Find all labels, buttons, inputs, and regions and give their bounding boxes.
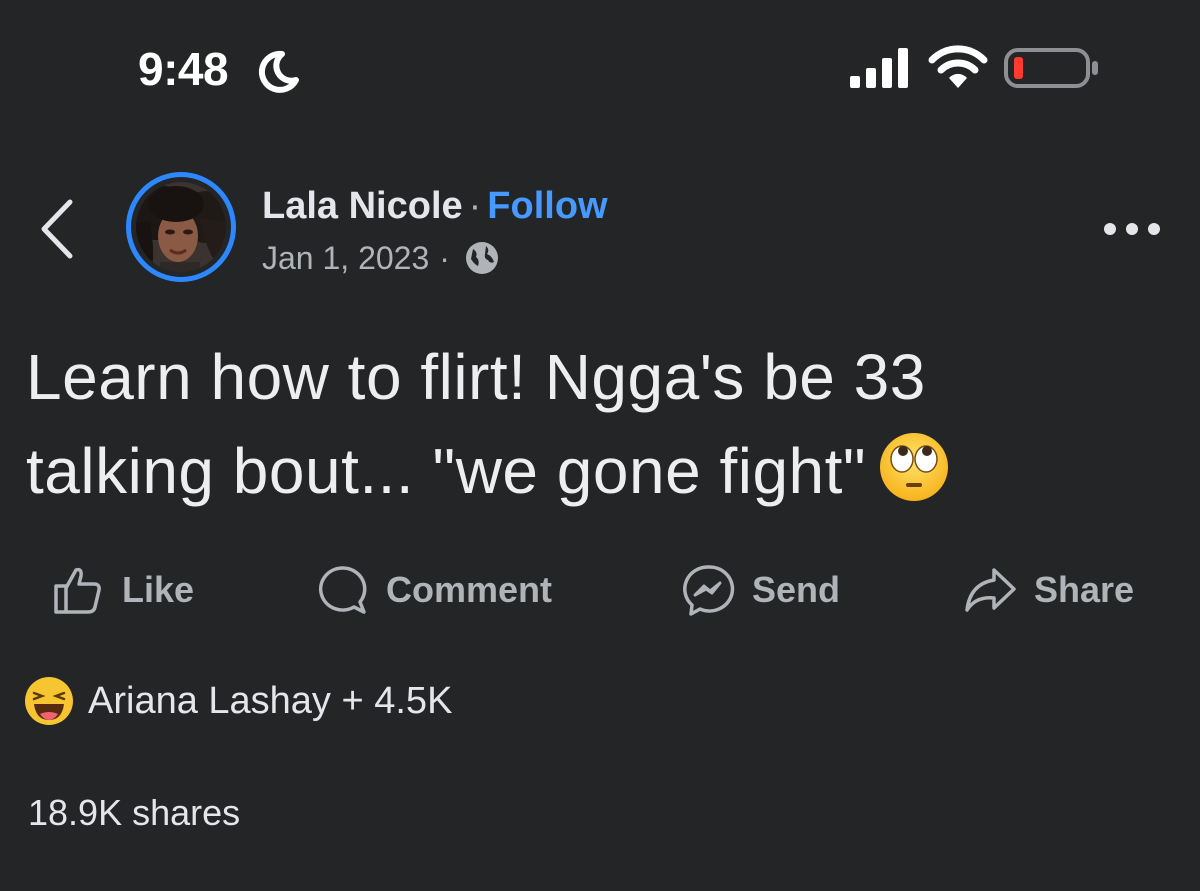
moon-icon [258, 50, 299, 93]
send-button[interactable]: Send [680, 560, 840, 620]
author-avatar[interactable] [126, 172, 236, 282]
globe-icon [465, 242, 498, 274]
post-date[interactable]: Jan 1, 2023 [262, 238, 429, 278]
post-text-line-1: Learn how to flirt! Ngga's be 33 [26, 341, 926, 413]
battery-low-icon [1004, 48, 1098, 88]
comment-button[interactable]: Comment [314, 560, 552, 620]
post-body: Learn how to flirt! Ngga's be 33 talking… [26, 330, 1186, 518]
share-label: Share [1034, 569, 1135, 610]
like-button[interactable]: Like [50, 560, 194, 620]
shares-count[interactable]: 18.9K shares [28, 792, 240, 834]
post-text-line-2-text: talking bout... "we gone fight" [26, 435, 867, 507]
share-arrow-icon [965, 568, 1016, 612]
eye-roll-emoji-icon [880, 433, 949, 501]
author-name[interactable]: Lala Nicole [262, 185, 463, 227]
separator-dot: · [468, 185, 482, 227]
reactions-summary[interactable]: Ariana Lashay + 4.5K [24, 676, 452, 726]
avatar-photo [136, 182, 226, 272]
status-time: 9:48 [138, 43, 229, 95]
post-text-line-2: talking bout... "we gone fight" [26, 424, 1186, 518]
haha-reaction-icon [25, 677, 73, 725]
wifi-icon [928, 45, 988, 88]
post-meta: Jan 1, 2023 · [262, 238, 500, 278]
follow-button[interactable]: Follow [487, 185, 607, 227]
reactions-label: Ariana Lashay + 4.5K [88, 679, 453, 722]
back-chevron-icon[interactable] [36, 196, 80, 262]
comment-bubble-icon [318, 566, 367, 614]
comment-label: Comment [386, 569, 553, 610]
thumbs-up-icon [54, 567, 101, 614]
signal-icon [850, 48, 908, 88]
like-label: Like [122, 569, 195, 610]
meta-separator-dot: · [439, 240, 450, 276]
send-label: Send [752, 569, 841, 610]
messenger-icon [683, 565, 735, 616]
share-button[interactable]: Share [962, 560, 1134, 620]
author-line: Lala Nicole · Follow [262, 184, 608, 228]
more-options-icon[interactable] [1100, 214, 1164, 244]
